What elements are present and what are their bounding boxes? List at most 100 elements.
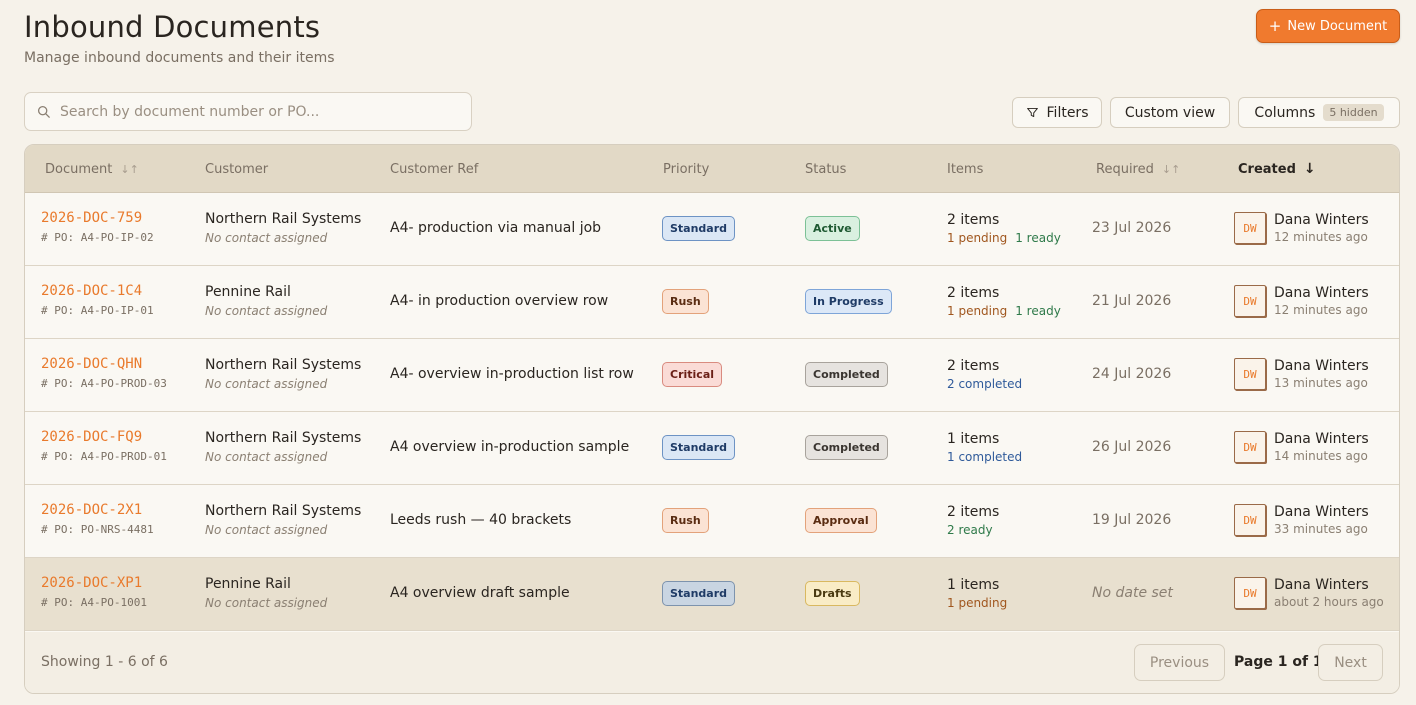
customer-name: Northern Rail Systems: [205, 357, 362, 373]
created-cell: Dana Winters 13 minutes ago: [1274, 358, 1369, 390]
created-cell: Dana Winters about 2 hours ago: [1274, 577, 1384, 609]
status-cell: Active: [805, 216, 860, 241]
required-date: 19 Jul 2026: [1092, 512, 1172, 528]
items-cell: 2 items 2 completed: [947, 358, 1030, 391]
avatar: DW: [1234, 358, 1266, 390]
avatar: DW: [1234, 431, 1266, 463]
priority-cell: Standard: [662, 435, 736, 460]
document-number-link[interactable]: 2026-DOC-1C4: [41, 283, 154, 299]
columns-label: Columns: [1254, 104, 1316, 121]
hash-icon: #: [41, 231, 48, 244]
sort-icon: ↓↑: [1161, 162, 1181, 176]
table-row[interactable]: 2026-DOC-FQ9 # PO: A4-PO-PROD-01 Norther…: [25, 412, 1399, 485]
table-row[interactable]: 2026-DOC-1C4 # PO: A4-PO-IP-01 Pennine R…: [25, 266, 1399, 339]
col-status: Status: [805, 145, 846, 193]
customer-name: Northern Rail Systems: [205, 503, 362, 519]
avatar: DW: [1234, 504, 1266, 536]
items-breakdown: 2 completed: [947, 377, 1030, 391]
status-badge: Completed: [805, 435, 888, 460]
contact-text: No contact assigned: [205, 304, 328, 318]
created-time: 12 minutes ago: [1274, 303, 1368, 317]
items-status-a: 2 ready: [947, 523, 993, 537]
creator-name: Dana Winters: [1274, 577, 1369, 593]
po-number: # PO: A4-PO-IP-01: [41, 304, 154, 317]
hash-icon: #: [41, 523, 48, 536]
customer-ref: Leeds rush — 40 brackets: [390, 512, 572, 528]
custom-view-label: Custom view: [1124, 104, 1216, 121]
items-count: 2 items: [947, 285, 1000, 301]
table-row[interactable]: 2026-DOC-759 # PO: A4-PO-IP-02 Northern …: [25, 193, 1399, 266]
documents-table: Document ↓↑ Customer Customer Ref Priori…: [24, 144, 1400, 694]
creator-name: Dana Winters: [1274, 504, 1369, 520]
customer-name: Pennine Rail: [205, 576, 291, 592]
customer-name: Northern Rail Systems: [205, 430, 362, 446]
filter-icon: [1026, 107, 1038, 118]
table-row[interactable]: 2026-DOC-QHN # PO: A4-PO-PROD-03 Norther…: [25, 339, 1399, 412]
col-customer: Customer: [205, 145, 268, 193]
table-row[interactable]: 2026-DOC-XP1 # PO: A4-PO-1001 Pennine Ra…: [25, 558, 1399, 631]
columns-button[interactable]: Columns 5 hidden: [1238, 97, 1400, 128]
custom-view-button[interactable]: Custom view: [1110, 97, 1230, 128]
status-badge: In Progress: [805, 289, 892, 314]
document-number-link[interactable]: 2026-DOC-2X1: [41, 502, 154, 518]
previous-label: Previous: [1149, 654, 1210, 671]
customer-ref: A4 overview draft sample: [390, 585, 570, 601]
col-customer-ref-label: Customer Ref: [390, 161, 479, 177]
status-badge: Approval: [805, 508, 877, 533]
sort-icon: ↓↑: [120, 162, 139, 176]
hidden-columns-badge: 5 hidden: [1323, 104, 1384, 121]
items-cell: 1 items 1 pending: [947, 577, 1015, 610]
new-document-button[interactable]: + New Document: [1256, 9, 1400, 43]
search-input[interactable]: [60, 103, 471, 120]
customer-cell: Pennine Rail No contact assigned: [205, 576, 327, 610]
document-number-link[interactable]: 2026-DOC-XP1: [41, 575, 147, 591]
next-button[interactable]: Next: [1318, 644, 1383, 681]
po-number: # PO: A4-PO-1001: [41, 596, 147, 609]
document-number-link[interactable]: 2026-DOC-QHN: [41, 356, 167, 372]
avatar: DW: [1234, 212, 1266, 244]
items-status-a: 1 pending: [947, 304, 1008, 318]
plus-icon: +: [1268, 16, 1282, 35]
status-cell: Drafts: [805, 581, 860, 606]
customer-cell: Northern Rail Systems No contact assigne…: [205, 357, 361, 391]
customer-cell: Northern Rail Systems No contact assigne…: [205, 430, 361, 464]
created-time: 12 minutes ago: [1274, 230, 1368, 244]
next-label: Next: [1334, 654, 1367, 671]
items-cell: 2 items 1 pending 1 ready: [947, 212, 1061, 245]
priority-cell: Standard: [662, 581, 736, 606]
document-number-link[interactable]: 2026-DOC-759: [41, 210, 154, 226]
po-number: # PO: A4-PO-PROD-01: [41, 450, 167, 463]
items-cell: 2 items 1 pending 1 ready: [947, 285, 1061, 318]
hash-icon: #: [41, 304, 48, 317]
items-breakdown: 1 pending 1 ready: [947, 231, 1061, 245]
showing-count: Showing 1 - 6 of 6: [41, 654, 168, 670]
contact-text: No contact assigned: [205, 450, 328, 464]
items-count: 2 items: [947, 358, 1000, 374]
hash-icon: #: [41, 377, 48, 390]
priority-badge: Standard: [662, 435, 736, 460]
document-cell: 2026-DOC-FQ9 # PO: A4-PO-PROD-01: [41, 429, 167, 463]
document-number-link[interactable]: 2026-DOC-FQ9: [41, 429, 167, 445]
col-document[interactable]: Document ↓↑: [45, 145, 139, 193]
contact-text: No contact assigned: [205, 596, 328, 610]
created-time: about 2 hours ago: [1274, 595, 1384, 609]
document-cell: 2026-DOC-1C4 # PO: A4-PO-IP-01: [41, 283, 154, 317]
previous-button[interactable]: Previous: [1134, 644, 1225, 681]
col-created[interactable]: Created ↓: [1238, 145, 1316, 193]
filters-label: Filters: [1046, 104, 1089, 121]
document-cell: 2026-DOC-2X1 # PO: PO-NRS-4481: [41, 502, 154, 536]
priority-cell: Standard: [662, 216, 736, 241]
filters-button[interactable]: Filters: [1012, 97, 1102, 128]
items-breakdown: 1 pending 1 ready: [947, 304, 1061, 318]
avatar: DW: [1234, 285, 1266, 317]
document-cell: 2026-DOC-QHN # PO: A4-PO-PROD-03: [41, 356, 167, 390]
col-required[interactable]: Required ↓↑: [1096, 145, 1180, 193]
table-row[interactable]: 2026-DOC-2X1 # PO: PO-NRS-4481 Northern …: [25, 485, 1399, 558]
creator-name: Dana Winters: [1274, 285, 1369, 301]
document-cell: 2026-DOC-XP1 # PO: A4-PO-1001: [41, 575, 147, 609]
po-number-text: PO: A4-PO-IP-01: [54, 304, 154, 317]
items-count: 1 items: [947, 577, 1000, 593]
customer-ref: A4- production via manual job: [390, 220, 602, 236]
items-status-a: 1 pending: [947, 231, 1008, 245]
col-items: Items: [947, 145, 983, 193]
